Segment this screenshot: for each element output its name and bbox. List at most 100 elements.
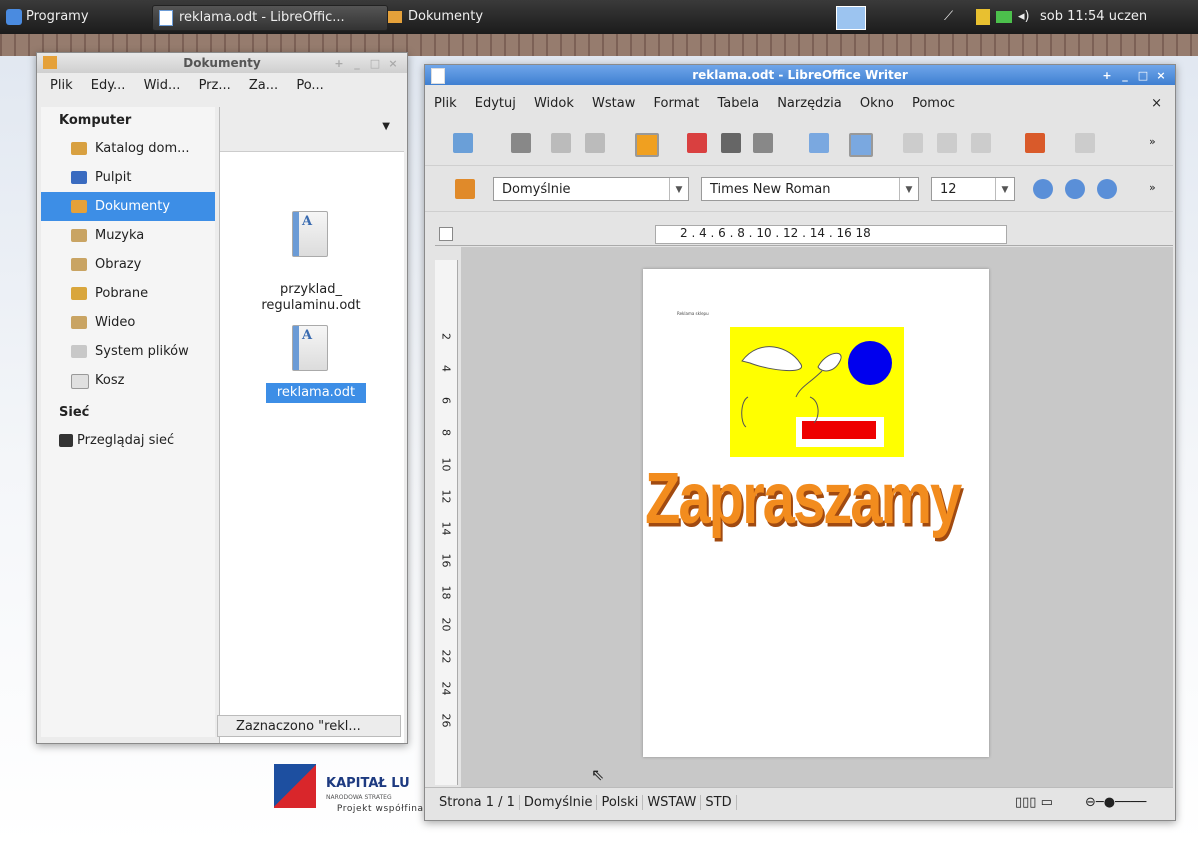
menu-view[interactable]: Wid... — [144, 78, 181, 93]
spellcheck-icon[interactable] — [809, 133, 829, 153]
menu-tools[interactable]: Narzędzia — [777, 96, 842, 111]
menu-view[interactable]: Widok — [534, 96, 574, 111]
menu-edit[interactable]: Edytuj — [475, 96, 516, 111]
italic-icon[interactable] — [1065, 179, 1085, 199]
taskbar-files-button[interactable]: Dokumenty — [388, 5, 483, 29]
clone-formatting-icon[interactable] — [1025, 133, 1045, 153]
cut-icon[interactable] — [903, 133, 923, 153]
network-icon[interactable]: ⟋ — [944, 5, 953, 29]
restore-button[interactable]: □ — [367, 57, 383, 71]
workspace-switcher[interactable] — [836, 6, 866, 30]
sidebar-item-browse-network[interactable]: Przeglądaj sieć — [41, 426, 215, 455]
bold-icon[interactable] — [1033, 179, 1053, 199]
menu-help[interactable]: Po... — [296, 78, 324, 93]
paragraph-style-combo[interactable]: Domyślnie ▼ — [493, 177, 689, 201]
open-icon[interactable] — [511, 133, 531, 153]
start-menu-button[interactable]: Programy — [6, 5, 89, 29]
export-pdf-icon[interactable] — [687, 133, 707, 153]
status-insert-mode[interactable]: WSTAW — [643, 795, 702, 810]
fm-statusbar: Zaznaczono "rekl... — [217, 715, 401, 737]
wordart-text[interactable]: Zapraszamy — [645, 457, 962, 541]
menu-table[interactable]: Tabela — [717, 96, 759, 111]
sidebar-item-home[interactable]: Katalog dom... — [41, 134, 215, 163]
vertical-ruler[interactable]: 2 4 6 8 10 12 14 16 18 20 22 24 26 — [435, 260, 458, 785]
minimize-button[interactable]: _ — [349, 57, 365, 71]
clock[interactable]: sob 11:54 uczen — [1040, 5, 1147, 29]
drawing-image[interactable] — [730, 327, 904, 457]
status-selection-mode[interactable]: STD — [701, 795, 737, 810]
document-canvas[interactable]: Reklama sklepu Zapraszamy ⇖ — [461, 247, 1173, 791]
chevron-down-icon[interactable]: ▼ — [382, 121, 390, 132]
desktop-icon — [71, 171, 87, 184]
page-text-line[interactable]: Reklama sklepu — [677, 311, 709, 316]
horizontal-ruler[interactable]: 2 . 4 . 6 . 8 . 10 . 12 . 14 . 16 18 — [435, 223, 1173, 246]
sidebar-item-filesystem[interactable]: System plików — [41, 337, 215, 366]
sidebar-item-downloads[interactable]: Pobrane — [41, 279, 215, 308]
sidebar-item-pictures[interactable]: Obrazy — [41, 250, 215, 279]
save-icon[interactable] — [551, 133, 571, 153]
more-tools-icon[interactable]: » — [1149, 135, 1163, 149]
document-page[interactable]: Reklama sklepu Zapraszamy — [643, 269, 989, 757]
underline-icon[interactable] — [1097, 179, 1117, 199]
file-view: ▼ A przyklad_ regulaminu.odt A reklama.o… — [219, 107, 404, 743]
paste-icon[interactable] — [971, 133, 991, 153]
sidebar-item-desktop[interactable]: Pulpit — [41, 163, 215, 192]
new-document-icon[interactable] — [453, 133, 473, 153]
sidebar-item-documents[interactable]: Dokumenty — [41, 192, 215, 221]
edit-mode-icon[interactable] — [635, 133, 659, 157]
status-style[interactable]: Domyślnie — [519, 795, 598, 810]
email-icon[interactable] — [585, 133, 605, 153]
sidebar-item-trash[interactable]: Kosz — [41, 366, 215, 395]
path-bar[interactable]: ▼ — [220, 107, 404, 152]
folder-icon — [388, 10, 402, 23]
maximize-button[interactable]: + — [331, 57, 347, 71]
undo-icon[interactable] — [1075, 133, 1095, 153]
zoom-slider[interactable]: ⊖─●──── — [1081, 788, 1150, 818]
menu-edit[interactable]: Edy... — [91, 78, 126, 93]
maximize-button[interactable]: + — [1099, 69, 1115, 83]
menu-file[interactable]: Plik — [434, 96, 457, 111]
minimize-button[interactable]: _ — [1117, 69, 1133, 83]
file-label[interactable]: przyklad_ regulaminu.odt — [246, 282, 376, 314]
menu-file[interactable]: Plik — [50, 78, 73, 93]
fm-menubar: Plik Edy... Wid... Prz... Za... Po... — [37, 73, 407, 99]
close-document-icon[interactable]: × — [1151, 91, 1162, 117]
clipboard-icon[interactable] — [976, 9, 990, 25]
copy-icon[interactable] — [937, 133, 957, 153]
trash-icon — [71, 374, 89, 389]
close-button[interactable]: × — [385, 57, 401, 71]
font-size-combo[interactable]: 12 ▼ — [931, 177, 1015, 201]
writer-titlebar[interactable]: reklama.odt - LibreOffice Writer + _ □ × — [425, 65, 1175, 85]
fm-titlebar[interactable]: Dokumenty + _ □ × — [37, 53, 407, 73]
menu-help[interactable]: Pomoc — [912, 96, 955, 111]
menu-insert[interactable]: Wstaw — [592, 96, 635, 111]
status-page[interactable]: Strona 1 / 1 — [435, 795, 520, 810]
menu-bookmarks[interactable]: Za... — [249, 78, 278, 93]
chevron-down-icon[interactable]: ▼ — [899, 178, 918, 200]
print-preview-icon[interactable] — [753, 133, 773, 153]
chevron-down-icon[interactable]: ▼ — [995, 178, 1014, 200]
more-tools-icon[interactable]: » — [1149, 181, 1163, 195]
file-label-selected[interactable]: reklama.odt — [266, 383, 366, 403]
sidebar-item-music[interactable]: Muzyka — [41, 221, 215, 250]
menu-window[interactable]: Okno — [860, 96, 894, 111]
close-button[interactable]: × — [1153, 69, 1169, 83]
view-layout-icon[interactable]: ▯▯▯ ▭ — [1011, 788, 1057, 818]
menu-format[interactable]: Format — [654, 96, 700, 111]
autospellcheck-icon[interactable] — [849, 133, 873, 157]
document-file-icon[interactable]: A — [292, 325, 328, 371]
tab-type-icon[interactable] — [439, 227, 453, 241]
sidebar-item-videos[interactable]: Wideo — [41, 308, 215, 337]
volume-icon[interactable]: ◂) — [1018, 5, 1030, 29]
styles-icon[interactable] — [455, 179, 475, 199]
print-icon[interactable] — [721, 133, 741, 153]
restore-button[interactable]: □ — [1135, 69, 1151, 83]
chevron-down-icon[interactable]: ▼ — [669, 178, 688, 200]
font-name-combo[interactable]: Times New Roman ▼ — [701, 177, 919, 201]
taskbar-writer-button[interactable]: reklama.odt - LibreOffic... — [152, 5, 388, 31]
battery-icon[interactable] — [996, 11, 1012, 23]
document-file-icon[interactable]: A — [292, 211, 328, 257]
ruler-scale[interactable]: 2 . 4 . 6 . 8 . 10 . 12 . 14 . 16 18 — [655, 225, 1007, 244]
menu-go[interactable]: Prz... — [199, 78, 231, 93]
status-language[interactable]: Polski — [597, 795, 644, 810]
